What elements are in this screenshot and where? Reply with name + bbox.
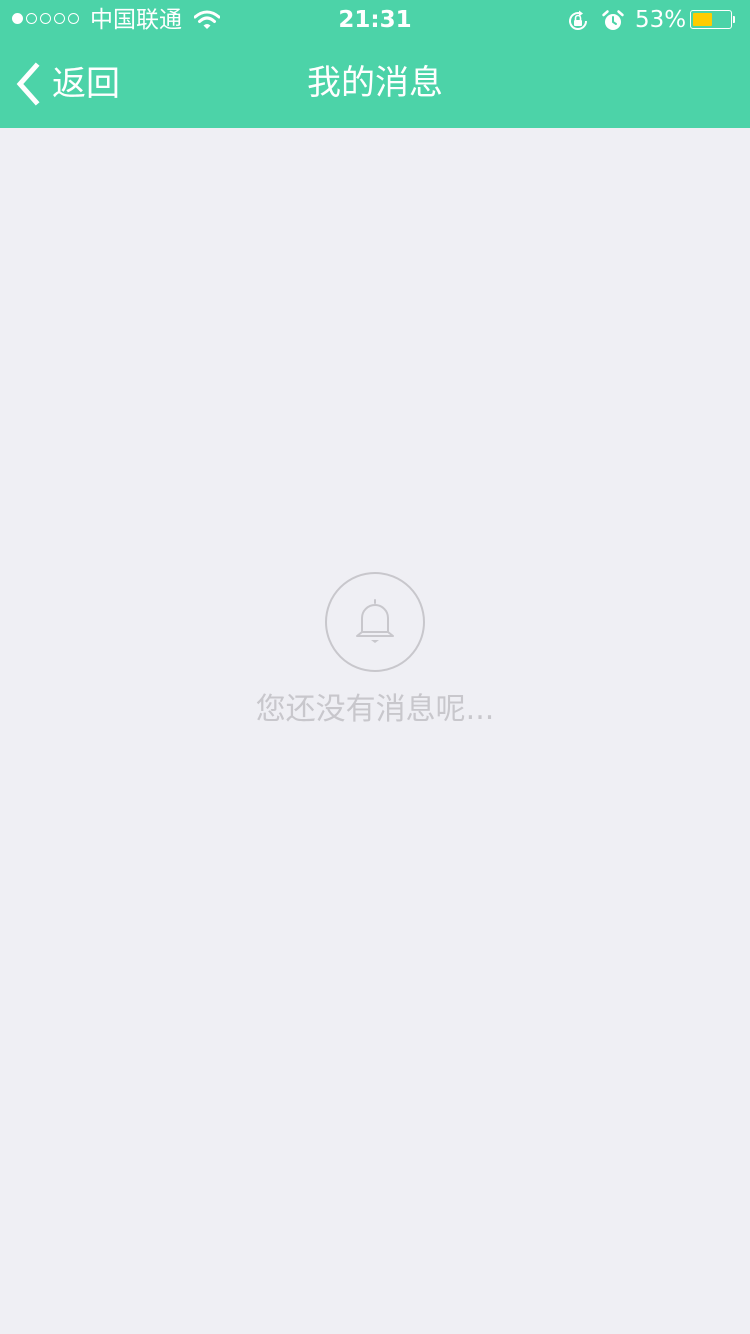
rotation-lock-icon <box>569 10 588 30</box>
status-bar: 中国联通 21:31 53% <box>0 0 750 40</box>
battery-level <box>693 13 712 26</box>
header: 中国联通 21:31 53% 返回 我的消息 <box>0 0 750 128</box>
battery-icon <box>690 10 735 29</box>
empty-state: 您还没有消息呢... <box>0 572 750 730</box>
alarm-icon <box>602 10 624 30</box>
bell-icon <box>356 599 394 643</box>
empty-state-badge <box>325 572 425 672</box>
page-title: 我的消息 <box>307 63 443 103</box>
battery-percentage: 53% <box>635 7 687 33</box>
empty-message: 您还没有消息呢... <box>255 692 495 727</box>
